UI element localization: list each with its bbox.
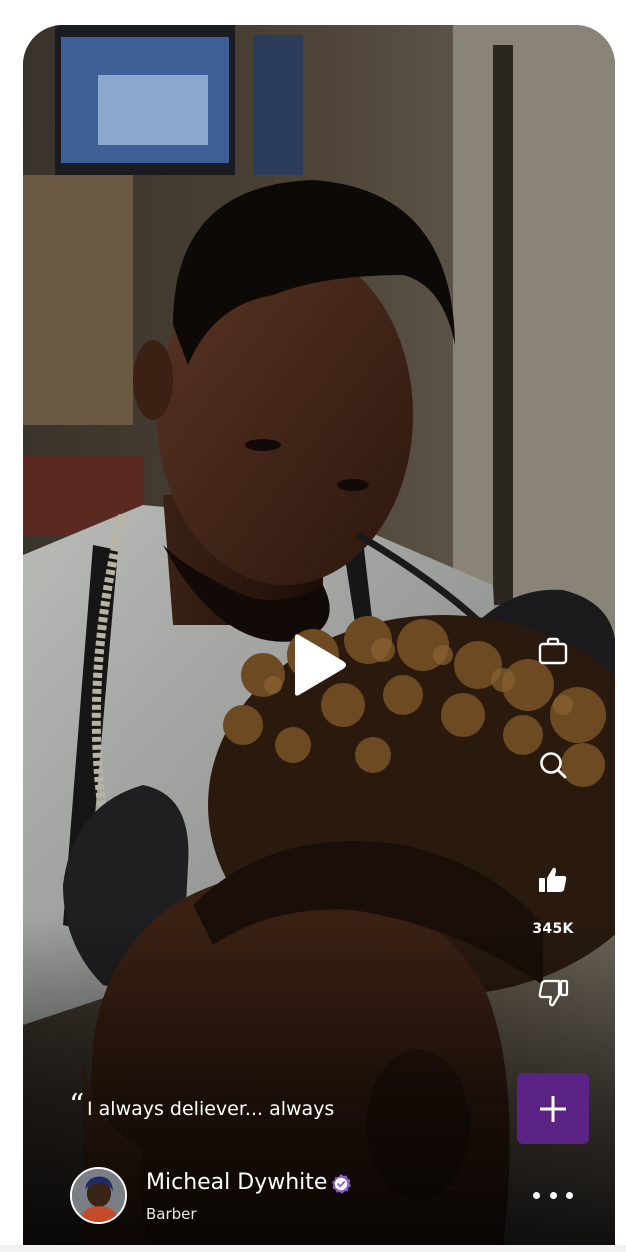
- plus-icon: [540, 1095, 566, 1122]
- add-button[interactable]: [517, 1073, 589, 1144]
- like-button[interactable]: [531, 858, 575, 902]
- quote-mark: “: [69, 1088, 85, 1123]
- search-icon: [540, 752, 567, 779]
- dislike-button[interactable]: [531, 971, 575, 1015]
- avatar-image: [72, 1169, 125, 1222]
- briefcase-icon: [538, 637, 568, 665]
- avatar[interactable]: [70, 1167, 127, 1224]
- profile-name[interactable]: Micheal Dywhite: [146, 1170, 327, 1195]
- verified-badge-icon: [332, 1174, 351, 1194]
- play-icon: [295, 634, 346, 696]
- more-options-button[interactable]: [529, 1183, 577, 1207]
- portfolio-button[interactable]: [531, 629, 575, 673]
- play-button[interactable]: [289, 633, 349, 697]
- like-count: 345K: [532, 921, 574, 937]
- profile-role: Barber: [146, 1205, 197, 1223]
- thumbs-down-icon: [538, 979, 569, 1007]
- video-post-card[interactable]: 345K “ I always deliever... always Miche…: [23, 25, 615, 1247]
- caption-text: I always deliever... always: [87, 1098, 335, 1120]
- more-icon: [533, 1191, 540, 1199]
- thumbs-up-icon: [539, 867, 567, 892]
- search-button[interactable]: [531, 743, 575, 787]
- bottom-bar-edge: [0, 1245, 626, 1252]
